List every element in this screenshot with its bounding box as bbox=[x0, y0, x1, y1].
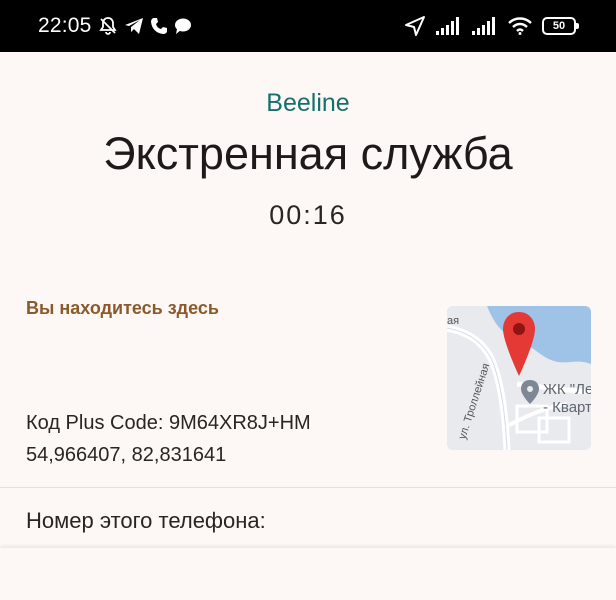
status-time: 22:05 bbox=[38, 14, 92, 37]
signal-icon bbox=[472, 17, 498, 35]
map-image: ая ул. Троллейная ЖК "Ле - Кварт bbox=[447, 306, 591, 450]
status-bar: 22:05 50 bbox=[0, 0, 616, 52]
location-arrow-icon bbox=[404, 15, 426, 37]
location-card[interactable]: Вы находитесь здесь Код Plus Code: 9M64X… bbox=[0, 280, 616, 486]
location-heading: Вы находитесь здесь bbox=[26, 298, 219, 318]
status-bar-right: 50 bbox=[404, 0, 579, 52]
plus-code: Код Plus Code: 9M64XR8J+HM bbox=[26, 412, 311, 434]
bottom-panel bbox=[0, 548, 616, 600]
carrier-name: Beeline bbox=[266, 89, 350, 117]
call-title: Экстренная служба bbox=[103, 128, 513, 179]
map-poi-line2: - Кварт bbox=[543, 399, 591, 416]
phone-icon bbox=[150, 17, 168, 35]
coordinates: 54,966407, 82,831641 bbox=[26, 444, 227, 466]
wifi-icon bbox=[508, 17, 532, 35]
call-timer: 00:16 bbox=[269, 200, 347, 230]
status-bar-left: 22:05 bbox=[38, 0, 192, 52]
telegram-icon bbox=[124, 17, 144, 35]
phone-number-label: Номер этого телефона: bbox=[26, 508, 266, 533]
map-poi-line1: ЖК "Ле bbox=[543, 381, 591, 398]
signal-icon bbox=[436, 17, 462, 35]
chat-icon bbox=[174, 17, 192, 35]
map-thumbnail[interactable]: ая ул. Троллейная ЖК "Ле - Кварт bbox=[447, 306, 591, 450]
map-top-label: ая bbox=[447, 315, 459, 327]
bell-off-icon bbox=[98, 16, 118, 36]
battery-icon: 50 bbox=[542, 17, 579, 35]
section-divider bbox=[0, 487, 616, 488]
